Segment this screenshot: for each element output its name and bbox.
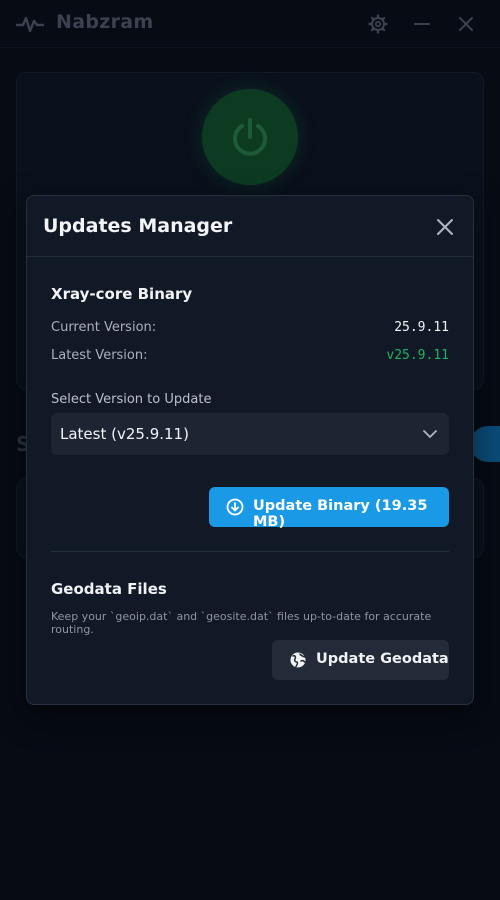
app-title: Nabzram bbox=[56, 11, 154, 33]
power-button[interactable] bbox=[202, 89, 298, 185]
version-select[interactable]: Latest (v25.9.11) bbox=[51, 413, 449, 455]
binary-section-title: Xray-core Binary bbox=[51, 285, 193, 303]
dialog-header: Updates Manager bbox=[27, 196, 473, 257]
globe-icon bbox=[290, 652, 306, 668]
app-window: Nabzram S Updates Manager Xray-core Bina… bbox=[0, 0, 500, 900]
close-icon[interactable] bbox=[435, 217, 455, 237]
chevron-down-icon bbox=[423, 430, 437, 438]
minimize-icon[interactable] bbox=[412, 14, 432, 34]
current-version-value: 25.9.11 bbox=[394, 320, 449, 335]
version-select-label: Select Version to Update bbox=[51, 392, 212, 407]
title-bar: Nabzram bbox=[0, 0, 500, 48]
updates-manager-dialog: Updates Manager Xray-core Binary Current… bbox=[26, 195, 474, 705]
dialog-title: Updates Manager bbox=[43, 215, 233, 237]
background-action-button bbox=[470, 426, 500, 462]
power-icon bbox=[233, 118, 267, 156]
update-binary-button[interactable]: Update Binary (19.35 MB) bbox=[209, 487, 449, 530]
gear-icon[interactable] bbox=[368, 14, 388, 34]
geodata-description: Keep your `geoip.dat` and `geosite.dat` … bbox=[51, 610, 432, 636]
update-geodata-button[interactable]: Update Geodata bbox=[272, 640, 449, 680]
geodata-section-title: Geodata Files bbox=[51, 580, 167, 598]
close-icon[interactable] bbox=[456, 14, 476, 34]
update-geodata-label: Update Geodata bbox=[316, 651, 449, 667]
latest-version-value: v25.9.11 bbox=[386, 348, 449, 363]
download-circle-icon bbox=[226, 498, 244, 516]
section-divider bbox=[51, 551, 449, 552]
update-binary-label: Update Binary (19.35 MB) bbox=[253, 498, 428, 530]
version-select-value: Latest (v25.9.11) bbox=[60, 425, 189, 443]
latest-version-label: Latest Version: bbox=[51, 348, 148, 363]
pulse-icon bbox=[16, 16, 44, 33]
current-version-label: Current Version: bbox=[51, 320, 157, 335]
